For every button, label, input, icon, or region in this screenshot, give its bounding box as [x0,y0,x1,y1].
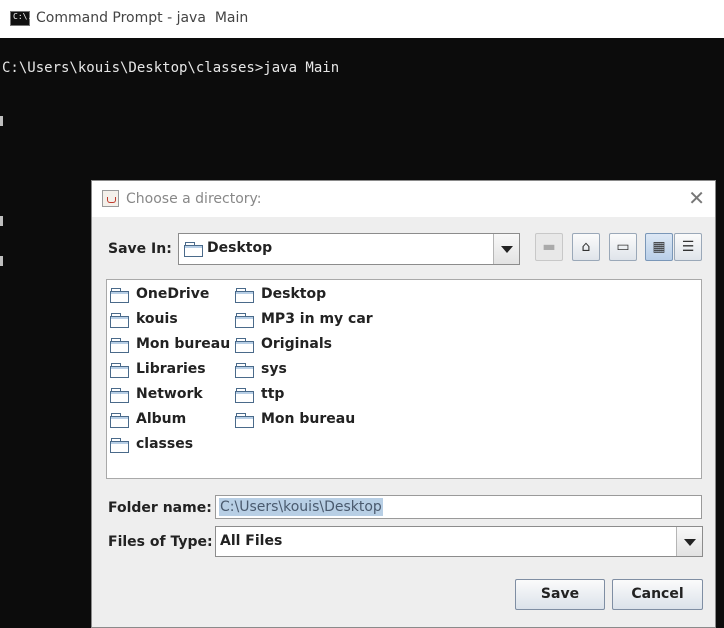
up-folder-icon: ▬ [542,239,556,255]
console-app-icon: C:\. [10,11,32,26]
file-list[interactable]: OneDrive kouis Mon bureau Libraries Netw… [106,279,702,479]
save-in-label: Save In: [108,241,172,257]
console-scroll-mark [0,256,3,266]
files-of-type-value: All Files [220,533,283,549]
list-view-button[interactable]: ▦ [645,233,673,261]
chevron-down-icon[interactable] [676,527,702,556]
home-button[interactable]: ⌂ [572,233,600,261]
folder-icon [110,288,129,303]
folder-icon [110,438,129,453]
up-one-level-button[interactable]: ▬ [535,233,563,261]
console-titlebar: C:\. Command Prompt - java Main [0,0,724,38]
folder-name-label: Folder name: [108,500,212,516]
folder-icon [184,242,203,257]
new-folder-button[interactable]: ▭ [609,233,637,261]
save-in-value: Desktop [207,240,273,256]
folder-icon [235,363,254,378]
new-folder-icon: ▭ [616,239,630,255]
files-of-type-label: Files of Type: [108,534,213,550]
folder-icon [110,388,129,403]
folder-icon [235,413,254,428]
details-view-icon: ☰ [681,239,695,255]
save-in-combobox[interactable]: Desktop [178,233,520,265]
folder-icon [235,388,254,403]
dialog-titlebar: Choose a directory: ✕ [92,181,715,217]
folder-name-value: C:\Users\kouis\Desktop [219,498,383,516]
folder-icon [110,338,129,353]
folder-icon [235,288,254,303]
cancel-button[interactable]: Cancel [612,579,703,610]
close-icon[interactable]: ✕ [688,187,705,209]
console-window-title: Command Prompt - java Main [36,10,249,26]
java-cup-icon [102,190,119,207]
folder-icon [110,363,129,378]
home-icon: ⌂ [581,239,591,255]
details-view-button[interactable]: ☰ [674,233,702,261]
choose-directory-dialog: Choose a directory: ✕ Save In: Desktop ▬… [91,180,716,628]
folder-icon [235,313,254,328]
chevron-down-icon[interactable] [493,234,519,264]
folder-icon [235,338,254,353]
folder-icon [110,313,129,328]
list-view-icon: ▦ [652,239,666,255]
console-command-line: C:\Users\kouis\Desktop\classes>java Main [2,60,340,76]
files-of-type-combobox[interactable]: All Files [215,526,703,557]
console-scroll-mark [0,216,3,226]
save-button[interactable]: Save [515,579,605,610]
folder-icon [110,413,129,428]
console-scroll-mark [0,116,3,126]
dialog-title: Choose a directory: [126,191,262,207]
folder-name-field[interactable]: C:\Users\kouis\Desktop [215,495,702,519]
